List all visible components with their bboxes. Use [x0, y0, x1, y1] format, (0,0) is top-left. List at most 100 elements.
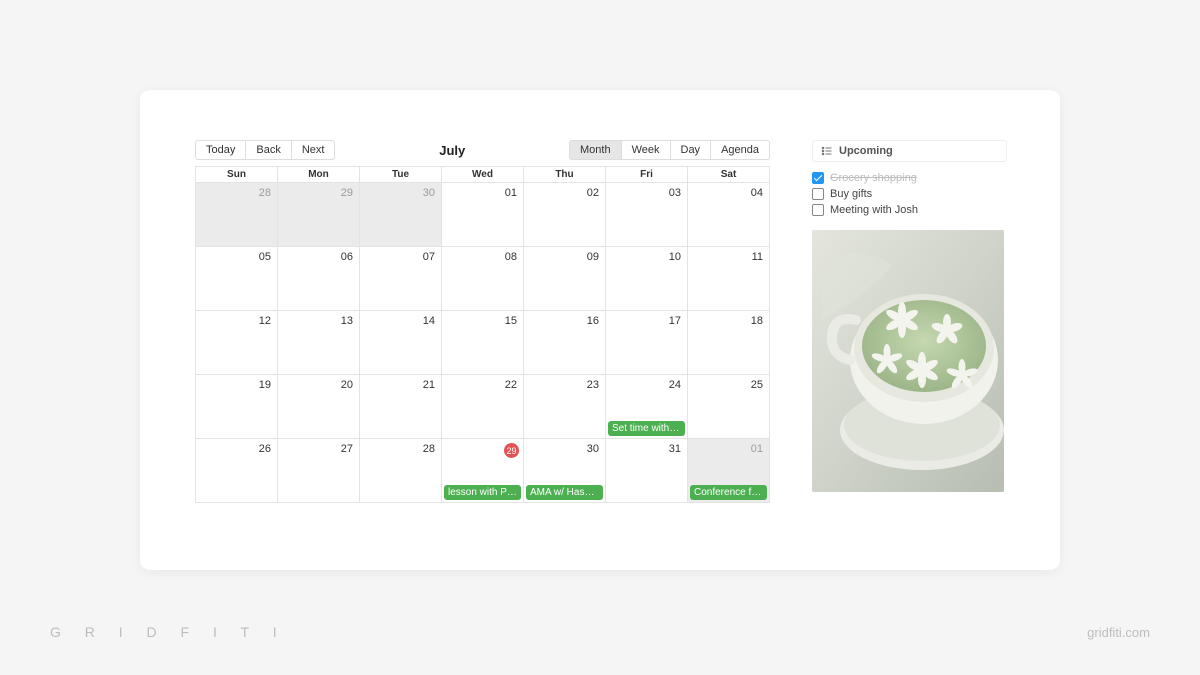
- week-row: 12 13 14 1516 17 18: [196, 311, 770, 375]
- day-cell[interactable]: 24 Set time with Li…: [606, 375, 688, 439]
- upcoming-label: Upcoming: [839, 145, 893, 157]
- day-cell[interactable]: 04: [688, 183, 770, 247]
- task-label: Meeting with Josh: [830, 204, 918, 216]
- day-cell[interactable]: 31: [606, 439, 688, 503]
- day-number: 12: [259, 315, 271, 327]
- day-cell[interactable]: 13: [278, 311, 360, 375]
- dow-cell: Mon: [278, 167, 360, 183]
- next-button[interactable]: Next: [292, 140, 336, 160]
- day-cell[interactable]: 11: [688, 247, 770, 311]
- task-item[interactable]: Grocery shopping: [812, 172, 1007, 184]
- day-cell[interactable]: 05: [196, 247, 278, 311]
- task-checkbox[interactable]: [812, 172, 824, 184]
- day-number: 09: [587, 251, 599, 263]
- day-cell[interactable]: 18: [688, 311, 770, 375]
- view-group: Month Week Day Agenda: [569, 140, 770, 160]
- day-number: 10: [669, 251, 681, 263]
- calendar-grid: SunMonTueWedThuFriSat 28 29 30 01 02 03 04 05 06…: [195, 166, 770, 503]
- day-number: 31: [669, 443, 681, 455]
- day-cell[interactable]: 27: [278, 439, 360, 503]
- day-number: 05: [259, 251, 271, 263]
- day-number: 19: [259, 379, 271, 391]
- view-month[interactable]: Month: [569, 140, 622, 160]
- day-number: 25: [751, 379, 763, 391]
- day-cell[interactable]: 23: [524, 375, 606, 439]
- day-cell[interactable]: 08: [442, 247, 524, 311]
- day-number: 01: [751, 443, 763, 455]
- task-item[interactable]: Meeting with Josh: [812, 204, 1007, 216]
- day-number: 28: [423, 443, 435, 455]
- view-day[interactable]: Day: [671, 140, 712, 160]
- dow-cell: Wed: [442, 167, 524, 183]
- task-checkbox[interactable]: [812, 204, 824, 216]
- calendar-event[interactable]: Set time with Li…: [608, 421, 685, 436]
- week-row: 05 06 0708 09 10 11: [196, 247, 770, 311]
- app-card: Today Back Next July Month Week Day Agen…: [140, 90, 1060, 570]
- dow-cell: Thu: [524, 167, 606, 183]
- day-number: 26: [259, 443, 271, 455]
- day-cell[interactable]: 30AMA w/ Hasque…: [524, 439, 606, 503]
- day-cell[interactable]: 26: [196, 439, 278, 503]
- nav-group: Today Back Next: [195, 140, 335, 160]
- list-icon: [821, 145, 833, 157]
- aesthetic-image: [812, 230, 1004, 492]
- day-cell[interactable]: 14: [360, 311, 442, 375]
- day-cell[interactable]: 09: [524, 247, 606, 311]
- side-pane: Upcoming Grocery shopping Buy gifts Meetin…: [812, 140, 1007, 540]
- dow-row: SunMonTueWedThuFriSat: [196, 167, 770, 183]
- day-number: 06: [341, 251, 353, 263]
- day-number: 23: [587, 379, 599, 391]
- task-label: Grocery shopping: [830, 172, 917, 184]
- day-cell[interactable]: 21: [360, 375, 442, 439]
- day-cell[interactable]: 22: [442, 375, 524, 439]
- view-week[interactable]: Week: [622, 140, 671, 160]
- day-number: 18: [751, 315, 763, 327]
- dow-cell: Tue: [360, 167, 442, 183]
- day-cell[interactable]: 25: [688, 375, 770, 439]
- brand-url: gridfiti.com: [1087, 625, 1150, 640]
- day-number: 01: [505, 187, 517, 199]
- calendar-event[interactable]: Conference for …: [690, 485, 767, 500]
- today-button[interactable]: Today: [195, 140, 246, 160]
- day-number: 02: [587, 187, 599, 199]
- day-cell[interactable]: 12: [196, 311, 278, 375]
- task-list: Grocery shopping Buy gifts Meeting with Jo…: [812, 172, 1007, 216]
- day-cell[interactable]: 29: [278, 183, 360, 247]
- day-cell[interactable]: 10: [606, 247, 688, 311]
- day-number: 04: [751, 187, 763, 199]
- calendar-title: July: [439, 143, 465, 158]
- day-cell[interactable]: 28: [196, 183, 278, 247]
- task-checkbox[interactable]: [812, 188, 824, 200]
- view-agenda[interactable]: Agenda: [711, 140, 770, 160]
- day-cell[interactable]: 15: [442, 311, 524, 375]
- brand-mark: G R I D F I T I: [50, 624, 287, 640]
- day-number: 24: [669, 379, 681, 391]
- day-cell[interactable]: 06: [278, 247, 360, 311]
- week-row: 28 29 30 01 02 03 04: [196, 183, 770, 247]
- day-cell[interactable]: 30: [360, 183, 442, 247]
- day-cell[interactable]: 29lesson with Prof…: [442, 439, 524, 503]
- task-item[interactable]: Buy gifts: [812, 188, 1007, 200]
- day-number: 14: [423, 315, 435, 327]
- week-row: 19 20 21 22 23 24 Set time with Li… 25: [196, 375, 770, 439]
- back-button[interactable]: Back: [246, 140, 291, 160]
- day-number: 30: [423, 187, 435, 199]
- day-cell[interactable]: 16: [524, 311, 606, 375]
- day-cell[interactable]: 20: [278, 375, 360, 439]
- day-number: 28: [259, 187, 271, 199]
- calendar-event[interactable]: AMA w/ Hasque…: [526, 485, 603, 500]
- day-cell[interactable]: 17: [606, 311, 688, 375]
- day-number: 17: [669, 315, 681, 327]
- day-cell[interactable]: 28: [360, 439, 442, 503]
- day-cell[interactable]: 02: [524, 183, 606, 247]
- day-cell[interactable]: 01 Conference for …: [688, 439, 770, 503]
- calendar-event[interactable]: lesson with Prof…: [444, 485, 521, 500]
- day-cell[interactable]: 19: [196, 375, 278, 439]
- day-number: 03: [669, 187, 681, 199]
- day-number: 21: [423, 379, 435, 391]
- day-cell[interactable]: 03: [606, 183, 688, 247]
- day-cell[interactable]: 07: [360, 247, 442, 311]
- upcoming-header[interactable]: Upcoming: [812, 140, 1007, 162]
- day-cell[interactable]: 01: [442, 183, 524, 247]
- dow-cell: Fri: [606, 167, 688, 183]
